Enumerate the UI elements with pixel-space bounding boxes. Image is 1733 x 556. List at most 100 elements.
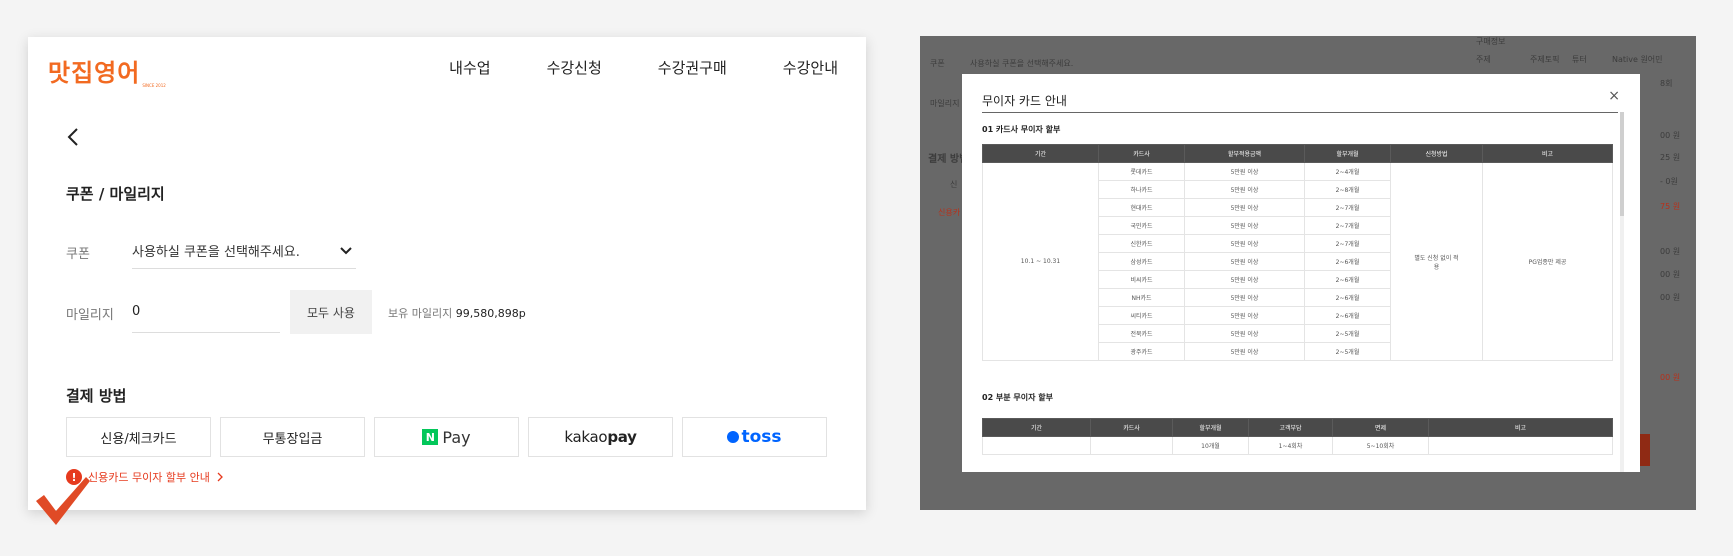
table-header: 비고 xyxy=(1482,144,1613,163)
bg-value: 00 원 xyxy=(1660,270,1681,279)
coupon-section-title: 쿠폰 / 마일리지 xyxy=(66,185,165,203)
table-cell: 5만원 이상 xyxy=(1184,324,1305,343)
table-cell xyxy=(982,436,1091,455)
close-icon[interactable]: × xyxy=(1608,88,1620,104)
chevron-right-icon xyxy=(217,472,223,482)
modal-screen: 쿠폰 사용하실 쿠폰을 선택해주세요. 마일리지 결제 방법 신 신용카 구매정… xyxy=(920,36,1696,510)
coupon-select-text: 사용하실 쿠폰을 선택해주세요. xyxy=(132,245,300,260)
main-nav: 내수업 수강신청 수강권구매 수강안내 xyxy=(393,57,838,78)
table-header: 카드사 xyxy=(1098,144,1185,163)
table-cell: 5만원 이상 xyxy=(1184,306,1305,325)
bg-coupon-label: 쿠폰 xyxy=(930,59,945,68)
nav-enroll[interactable]: 수강신청 xyxy=(547,57,602,78)
modal-scroll-thumb[interactable] xyxy=(1620,112,1624,216)
pay-bank-button[interactable]: 무통장입금 xyxy=(220,417,365,457)
kakaopay-logo: kakaopay xyxy=(564,428,637,446)
table-cell: 5만원 이상 xyxy=(1184,342,1305,361)
table-header-row: 기간 카드사 할부적용금액 할부개월 신청방법 비고 xyxy=(982,144,1613,163)
table-cell: 2~4개월 xyxy=(1304,162,1391,181)
logo-sub: SINCE 2012 xyxy=(142,83,166,88)
payment-section-title: 결제 방법 xyxy=(66,387,127,405)
pay-toss-button[interactable]: toss xyxy=(682,417,827,457)
brand-logo[interactable]: 맛집영어 SINCE 2012 xyxy=(48,53,166,88)
nav-buy-ticket[interactable]: 수강권구매 xyxy=(658,57,727,78)
table-row: 10개월 1~4회차 5~10회차 xyxy=(982,436,1613,455)
table-cell: 2~5개월 xyxy=(1304,342,1391,361)
bg-card-short: 신 xyxy=(950,180,958,189)
logo-text: 맛집영어 xyxy=(48,59,141,87)
table-cell: 2~5개월 xyxy=(1304,324,1391,343)
installment-guide-text: 신용카드 무이자 할부 안내 xyxy=(88,471,210,484)
bg-value: 00 원 xyxy=(1660,373,1681,382)
section1-title: 01 카드사 무이자 할부 xyxy=(982,125,1061,134)
mileage-label: 마일리지 xyxy=(66,308,114,323)
table-cell: 5만원 이상 xyxy=(1184,216,1305,235)
checkmark-icon xyxy=(36,477,90,525)
table-cell: 비씨카드 xyxy=(1098,270,1185,289)
table-cell: 신한카드 xyxy=(1098,234,1185,253)
table-cell: 5만원 이상 xyxy=(1184,198,1305,217)
period-cell: 10.1 ~ 10.31 xyxy=(982,162,1099,361)
table-cell: 전북카드 xyxy=(1098,324,1185,343)
table-cell: 삼성카드 xyxy=(1098,252,1185,271)
nav-my-class[interactable]: 내수업 xyxy=(449,57,490,78)
table-cell: 2~8개월 xyxy=(1304,180,1391,199)
table-cell: 현대카드 xyxy=(1098,198,1185,217)
table-header: 고객부담 xyxy=(1248,418,1333,437)
table-cell: 5~10회차 xyxy=(1332,436,1429,455)
bg-teacher-label: 튜터 xyxy=(1572,55,1587,64)
bg-teacher-value: Native 원어민 xyxy=(1612,55,1663,64)
back-arrow-icon[interactable] xyxy=(64,125,84,149)
npay-logo-icon: N xyxy=(422,429,439,445)
table-cell: 5만원 이상 xyxy=(1184,234,1305,253)
bg-coupon-select: 사용하실 쿠폰을 선택해주세요. xyxy=(970,59,1074,68)
bg-value: 00 원 xyxy=(1660,293,1681,302)
coupon-select[interactable]: 사용하실 쿠폰을 선택해주세요. xyxy=(132,233,356,269)
bg-value: 25 원 xyxy=(1660,153,1681,162)
table-cell: 국민카드 xyxy=(1098,216,1185,235)
table-header-row: 기간 카드사 할부개월 고객부담 면제 비고 xyxy=(982,418,1613,437)
bg-value: 00 원 xyxy=(1660,131,1681,140)
table-cell: 하나카드 xyxy=(1098,180,1185,199)
checkout-panel: 맛집영어 SINCE 2012 내수업 수강신청 수강권구매 수강안내 쿠폰 /… xyxy=(28,37,866,525)
table-cell: 10개월 xyxy=(1172,436,1249,455)
npay-text: Pay xyxy=(442,427,471,447)
table-cell xyxy=(1428,436,1613,455)
nav-guide[interactable]: 수강안내 xyxy=(783,57,838,78)
pay-card-button[interactable]: 신용/체크카드 xyxy=(66,417,211,457)
table-cell: 2~6개월 xyxy=(1304,288,1391,307)
use-all-button[interactable]: 모두 사용 xyxy=(290,290,372,334)
table-cell: 2~6개월 xyxy=(1304,270,1391,289)
toss-dot-icon xyxy=(727,431,740,443)
table-cell xyxy=(1090,436,1173,455)
coupon-label: 쿠폰 xyxy=(66,247,90,262)
table-cell: 5만원 이상 xyxy=(1184,180,1305,199)
mileage-input[interactable]: 0 xyxy=(132,291,280,333)
note-cell: PG업종만 제공 xyxy=(1482,162,1613,361)
table-header: 면제 xyxy=(1332,418,1429,437)
mileage-balance: 보유 마일리지 99,580,898p xyxy=(388,305,526,321)
section2-title: 02 부분 무이자 할부 xyxy=(982,393,1054,402)
card-installment-modal: 무이자 카드 안내 × 01 카드사 무이자 할부 기간 카드사 할부적용금액 … xyxy=(962,74,1640,472)
table-header: 할부개월 xyxy=(1172,418,1249,437)
table-header: 할부적용금액 xyxy=(1184,144,1305,163)
bg-installment: 신용카 xyxy=(938,208,961,217)
bg-value: 00 원 xyxy=(1660,247,1681,256)
table-cell: 5만원 이상 xyxy=(1184,288,1305,307)
modal-title: 무이자 카드 안내 xyxy=(982,94,1067,108)
table-header: 기간 xyxy=(982,144,1099,163)
bg-mileage-label: 마일리지 xyxy=(930,99,960,108)
bg-value: 8회 xyxy=(1660,79,1673,88)
bg-topic-value: 주제토픽 xyxy=(1530,55,1560,64)
table-cell: 5만원 이상 xyxy=(1184,252,1305,271)
bg-purchase-info: 구매정보 xyxy=(1476,37,1506,46)
chevron-down-icon xyxy=(340,246,352,254)
table-cell: 씨티카드 xyxy=(1098,306,1185,325)
pay-npay-button[interactable]: N Pay xyxy=(374,417,519,457)
table-cell: 5만원 이상 xyxy=(1184,162,1305,181)
table-header: 신청방법 xyxy=(1390,144,1483,163)
mileage-balance-value: 99,580,898p xyxy=(455,307,526,320)
table-header: 카드사 xyxy=(1090,418,1173,437)
pay-kakaopay-button[interactable]: kakaopay xyxy=(528,417,673,457)
table-cell: 2~6개월 xyxy=(1304,252,1391,271)
